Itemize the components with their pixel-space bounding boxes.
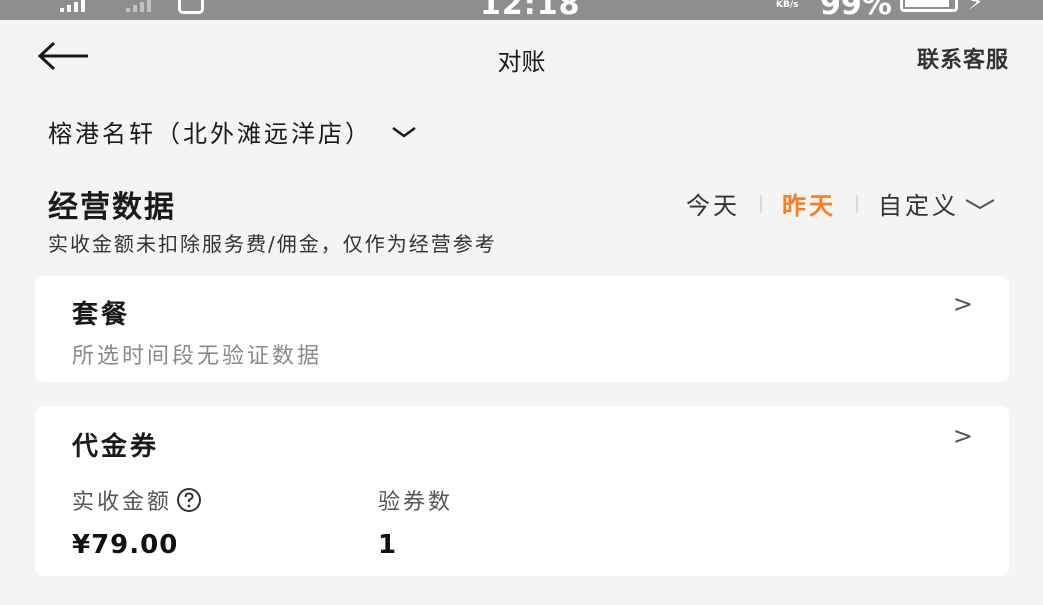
store-selector[interactable]: 榕港名轩（北外滩远洋店） <box>48 114 418 149</box>
navigation-bar: 对账 联系客服 <box>0 20 1043 94</box>
business-note: 实收金额未扣除服务费/佣金，仅作为经营参考 <box>48 232 497 256</box>
chevron-right-icon: > <box>952 422 973 450</box>
battery-percent: 99% <box>820 0 892 22</box>
empty-state-text: 所选时间段无验证数据 <box>72 344 323 369</box>
date-range-tabs: 今天 昨天 自定义 <box>686 186 997 221</box>
card-title: 代金券 <box>72 432 160 462</box>
page-title: 对账 <box>497 48 546 76</box>
network-speed-unit: KB/s <box>776 0 799 10</box>
status-time: 12:18 <box>480 0 581 22</box>
tab-yesterday[interactable]: 昨天 <box>782 186 836 221</box>
voucher-card[interactable]: 代金券 > 实收金额 ¥79.00 验券数 1 <box>35 406 1009 576</box>
tab-divider <box>856 194 858 213</box>
metric-label: 验券数 <box>378 490 454 515</box>
metric-label: 实收金额 <box>72 490 173 515</box>
battery-icon <box>900 0 958 12</box>
help-icon[interactable] <box>176 487 202 513</box>
card-title: 套餐 <box>72 300 131 330</box>
section-title: 经营数据 <box>48 190 176 225</box>
metric-revenue: 实收金额 ¥79.00 <box>72 484 202 560</box>
tab-custom-label: 自定义 <box>878 192 959 220</box>
signal-icon <box>60 0 85 12</box>
chevron-down-icon <box>965 198 995 209</box>
metric-value: 1 <box>378 530 398 560</box>
contact-service-link[interactable]: 联系客服 <box>917 42 1009 74</box>
signal-2-icon <box>126 0 151 12</box>
tab-today[interactable]: 今天 <box>686 186 740 221</box>
metric-voucher-count: 验券数 1 <box>378 484 453 560</box>
store-name: 榕港名轩（北外滩远洋店） <box>48 120 372 148</box>
status-bar: 12:18 KB/s 99% ⚡ <box>0 0 1043 22</box>
tab-custom[interactable]: 自定义 <box>878 186 997 221</box>
chevron-right-icon: > <box>952 290 973 318</box>
tab-divider <box>760 194 762 213</box>
metric-value: ¥79.00 <box>72 530 179 560</box>
chevron-down-icon <box>392 126 416 138</box>
notification-icon <box>178 0 204 14</box>
charging-icon: ⚡ <box>968 0 984 15</box>
package-card[interactable]: 套餐 > 所选时间段无验证数据 <box>35 276 1009 382</box>
